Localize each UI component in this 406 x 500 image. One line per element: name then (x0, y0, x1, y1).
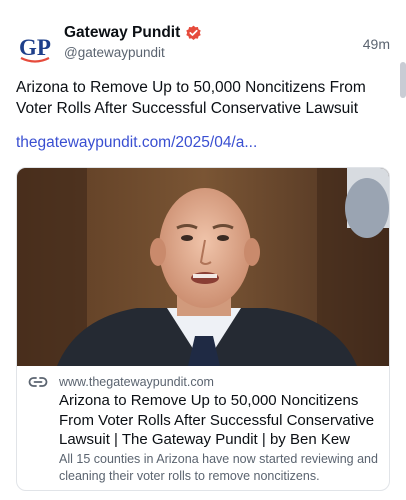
post-text: Arizona to Remove Up to 50,000 Noncitize… (16, 79, 366, 117)
post-link[interactable]: thegatewaypundit.com/2025/04/a... (16, 134, 257, 152)
link-preview-title: Arizona to Remove Up to 50,000 Noncitize… (59, 392, 375, 448)
avatar[interactable]: GP (12, 24, 58, 70)
link-chain-icon (28, 375, 48, 389)
post-card[interactable]: GP Gateway Pundit @gatewaypundit 49m Ari… (0, 0, 406, 500)
link-preview-domain: www.thegatewaypundit.com (59, 375, 214, 389)
author-name[interactable]: Gateway Pundit (64, 24, 202, 42)
scrollbar-thumb[interactable] (400, 62, 406, 98)
link-preview-card[interactable]: www.thegatewaypundit.com Arizona to Remo… (16, 167, 390, 491)
verified-badge-icon (185, 25, 202, 42)
post-timestamp[interactable]: 49m (363, 36, 390, 52)
author-name-text: Gateway Pundit (64, 24, 181, 41)
link-preview-info[interactable]: www.thegatewaypundit.com Arizona to Remo… (17, 366, 389, 490)
author-handle[interactable]: @gatewaypundit (64, 45, 165, 60)
link-preview-image[interactable] (17, 168, 389, 366)
avatar-initials: GP (19, 35, 51, 60)
link-preview-description: All 15 counties in Arizona have now star… (59, 452, 378, 483)
